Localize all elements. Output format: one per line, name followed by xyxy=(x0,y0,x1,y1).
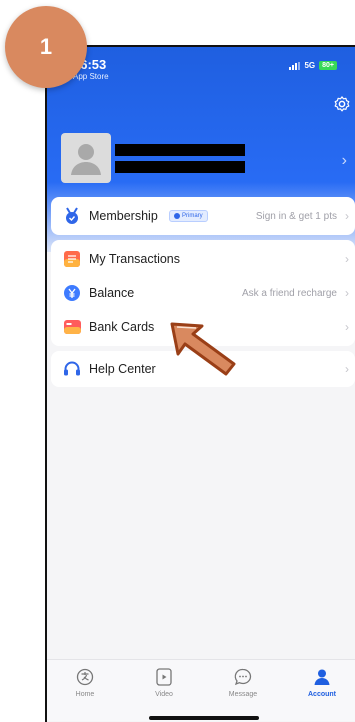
tab-message[interactable]: Message xyxy=(213,668,273,698)
membership-row[interactable]: Membership Primary Sign in & get 1 pts › xyxy=(51,199,355,233)
sign-in-points-link[interactable]: Sign in & get 1 pts xyxy=(256,211,337,222)
gear-icon[interactable] xyxy=(333,95,351,113)
chevron-right-icon: › xyxy=(345,252,349,266)
tab-message-label: Message xyxy=(228,691,258,698)
signal-icon xyxy=(289,61,301,70)
profile-chevron-icon[interactable]: › xyxy=(342,152,347,170)
chevron-right-icon: › xyxy=(345,209,349,223)
redacted-username xyxy=(115,144,245,156)
tab-account[interactable]: Account xyxy=(292,668,352,698)
badge-dot-icon xyxy=(174,213,180,219)
yuan-coin-icon xyxy=(63,284,81,302)
chevron-right-icon: › xyxy=(345,320,349,334)
balance-row[interactable]: Balance Ask a friend recharge › xyxy=(51,276,355,310)
help-center-label: Help Center xyxy=(89,362,156,376)
membership-card: Membership Primary Sign in & get 1 pts › xyxy=(51,197,355,235)
medal-icon xyxy=(63,207,81,225)
user-placeholder-icon xyxy=(71,144,101,175)
status-indicators: 5G 80+ xyxy=(289,61,337,70)
primary-badge: Primary xyxy=(169,210,208,222)
my-transactions-row[interactable]: My Transactions › xyxy=(51,242,355,276)
chevron-right-icon: › xyxy=(345,362,349,376)
bottom-tab-bar: Home Video Message Account xyxy=(47,659,355,721)
chevron-right-icon: › xyxy=(345,286,349,300)
network-type: 5G xyxy=(304,61,316,70)
account-icon xyxy=(314,669,330,685)
tab-video-label: Video xyxy=(155,691,173,698)
avatar[interactable] xyxy=(61,133,111,183)
transactions-icon xyxy=(63,250,81,268)
credit-card-icon xyxy=(63,318,81,336)
phone-screen: 16:53 App Store 5G 80+ › Membership Prim… xyxy=(45,45,355,722)
tab-home-label: Home xyxy=(75,691,95,698)
back-to-app-link[interactable]: App Store xyxy=(73,72,109,81)
home-icon xyxy=(76,668,94,686)
tab-video[interactable]: Video xyxy=(134,668,194,698)
battery-icon: 80+ xyxy=(319,61,337,70)
screen: 1 16:53 App Store 5G 80+ › Membership Pr… xyxy=(0,0,355,722)
message-icon xyxy=(234,668,252,686)
primary-badge-label: Primary xyxy=(182,213,203,219)
pointer-arrow-icon xyxy=(170,322,236,376)
membership-label: Membership xyxy=(89,209,158,223)
tab-home[interactable]: Home xyxy=(55,668,115,698)
home-indicator[interactable] xyxy=(149,716,259,720)
redacted-user-id xyxy=(115,161,245,173)
video-icon xyxy=(156,668,172,686)
ask-friend-recharge-link[interactable]: Ask a friend recharge xyxy=(242,288,337,299)
balance-label: Balance xyxy=(89,286,135,300)
step-number-badge: 1 xyxy=(5,6,87,88)
my-transactions-label: My Transactions xyxy=(89,252,181,266)
tab-account-label: Account xyxy=(308,691,336,698)
headset-icon xyxy=(63,360,81,378)
step-number: 1 xyxy=(39,34,53,59)
bank-cards-label: Bank Cards xyxy=(89,320,155,334)
